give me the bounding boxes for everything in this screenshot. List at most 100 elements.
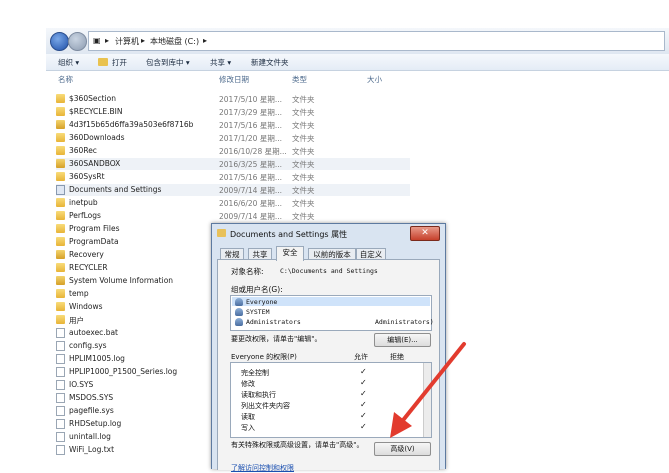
open-button[interactable]: 打开	[112, 57, 127, 68]
folder-icon	[217, 229, 226, 237]
folder-icon	[56, 263, 65, 272]
file-icon	[56, 354, 65, 364]
object-name-value: C:\Documents and Settings	[280, 267, 378, 275]
breadcrumb-drive[interactable]: 本地磁盘 (C:)	[150, 36, 199, 47]
file-name: WiFi_Log.txt	[69, 445, 115, 454]
file-row[interactable]: 360SysRt 2017/5/16 星期... 文件夹	[56, 171, 356, 183]
folder-icon	[56, 172, 65, 181]
file-name: 用户	[69, 316, 84, 325]
folder-icon	[56, 133, 65, 142]
close-button[interactable]: ✕	[410, 226, 440, 241]
back-button[interactable]	[50, 32, 69, 51]
user-system[interactable]: SYSTEM	[246, 308, 269, 316]
file-date: 2017/5/16 星期...	[219, 121, 282, 130]
file-icon	[56, 432, 65, 442]
include-library-menu[interactable]: 包含到库中 ▾	[146, 57, 190, 68]
folder-icon	[56, 107, 65, 116]
file-name: 360Downloads	[69, 133, 125, 142]
file-type: 文件夹	[292, 173, 315, 182]
folder-icon	[56, 276, 65, 285]
permission-label: 列出文件夹内容	[241, 402, 290, 410]
user-administrators-detail: Administrators)	[375, 318, 434, 326]
file-icon	[56, 406, 65, 416]
user-everyone[interactable]: Everyone	[246, 298, 277, 306]
file-icon	[56, 419, 65, 429]
groups-label: 组或用户名(G):	[231, 285, 283, 294]
organize-menu[interactable]: 组织 ▾	[58, 57, 79, 68]
tab-security[interactable]: 安全	[276, 246, 304, 261]
file-name: ProgramData	[69, 237, 119, 246]
file-row[interactable]: Documents and Settings 2009/7/14 星期... 文件夹	[56, 184, 410, 196]
users-list[interactable]: Everyone SYSTEM Administrators Administr…	[230, 295, 434, 331]
user-group-icon	[235, 318, 243, 326]
file-type: 文件夹	[292, 134, 315, 143]
file-name: 4d3f15b65d6ffa39a503e6f8716b	[69, 120, 194, 129]
folder-icon	[56, 120, 65, 129]
file-icon	[56, 445, 65, 455]
file-row[interactable]: inetpub 2016/6/20 星期... 文件夹	[56, 197, 356, 209]
folder-icon	[56, 185, 65, 195]
learn-access-control-link[interactable]: 了解访问控制和权限	[231, 463, 294, 473]
user-group-icon	[235, 298, 243, 306]
file-type: 文件夹	[292, 95, 315, 104]
column-size[interactable]: 大小	[367, 74, 382, 85]
file-type: 文件夹	[292, 186, 315, 195]
file-type: 文件夹	[292, 199, 315, 208]
user-administrators[interactable]: Administrators	[246, 318, 301, 326]
file-name: MSDOS.SYS	[69, 393, 114, 402]
column-type[interactable]: 类型	[292, 74, 307, 85]
file-name: RECYCLER	[69, 263, 108, 272]
permission-label: 完全控制	[241, 369, 269, 377]
file-name: HPLIP1000_P1500_Series.log	[69, 367, 178, 376]
object-name-label: 对象名称:	[231, 267, 264, 276]
permission-label: 读取和执行	[241, 391, 276, 399]
file-name: 360SANDBOX	[69, 159, 121, 168]
column-name[interactable]: 名称	[58, 74, 73, 85]
red-arrow-annotation	[390, 342, 466, 438]
file-name: 360Rec	[69, 146, 97, 155]
change-permission-hint: 要更改权限，请单击"编辑"。	[231, 335, 322, 343]
file-name: HPLIM1005.log	[69, 354, 125, 363]
file-row[interactable]: PerfLogs 2009/7/14 星期... 文件夹	[56, 210, 356, 222]
column-date[interactable]: 修改日期	[219, 74, 249, 85]
file-row[interactable]: 4d3f15b65d6ffa39a503e6f8716b 2017/5/16 星期…	[56, 119, 356, 131]
file-name: autoexec.bat	[69, 328, 118, 337]
file-row[interactable]: 360Rec 2016/10/28 星期... 文件夹	[56, 145, 356, 157]
file-name: Windows	[69, 302, 103, 311]
file-name: unintall.log	[69, 432, 111, 441]
file-name: pagefile.sys	[69, 406, 114, 415]
file-name: PerfLogs	[69, 211, 101, 220]
file-type: 文件夹	[292, 147, 315, 156]
file-type: 文件夹	[292, 160, 315, 169]
file-date: 2009/7/14 星期...	[219, 186, 282, 195]
file-name: Documents and Settings	[69, 185, 162, 194]
file-date: 2017/3/29 星期...	[219, 108, 282, 117]
file-name: Recovery	[69, 250, 104, 259]
file-icon	[56, 328, 65, 338]
forward-button[interactable]	[68, 32, 87, 51]
share-menu[interactable]: 共享 ▾	[210, 57, 231, 68]
file-type: 文件夹	[292, 121, 315, 130]
permission-label: 写入	[241, 424, 255, 432]
permission-label: 读取	[241, 413, 255, 421]
folder-icon	[56, 224, 65, 233]
file-date: 2016/6/20 星期...	[219, 199, 282, 208]
folder-icon	[56, 211, 65, 220]
permissions-header: Everyone 的权限(P)	[231, 353, 297, 361]
permission-label: 修改	[241, 380, 255, 388]
dialog-title: Documents and Settings 属性	[230, 230, 348, 239]
file-date: 2017/5/10 星期...	[219, 95, 282, 104]
address-field[interactable]: ▣ ▸ 计算机 ▸ 本地磁盘 (C:) ▸	[88, 31, 665, 51]
file-row[interactable]: $RECYCLE.BIN 2017/3/29 星期... 文件夹	[56, 106, 356, 118]
folder-icon	[56, 302, 65, 311]
file-name: $360Section	[69, 94, 116, 103]
folder-open-icon	[98, 58, 108, 66]
folder-icon	[56, 198, 65, 207]
file-row[interactable]: $360Section 2017/5/10 星期... 文件夹	[56, 93, 356, 105]
file-row[interactable]: 360SANDBOX 2016/3/25 星期... 文件夹	[56, 158, 410, 170]
file-row[interactable]: 360Downloads 2017/1/20 星期... 文件夹	[56, 132, 356, 144]
new-folder-button[interactable]: 新建文件夹	[251, 57, 289, 68]
breadcrumb-computer[interactable]: 计算机	[115, 36, 139, 47]
file-date: 2017/1/20 星期...	[219, 134, 282, 143]
file-icon	[56, 380, 65, 390]
